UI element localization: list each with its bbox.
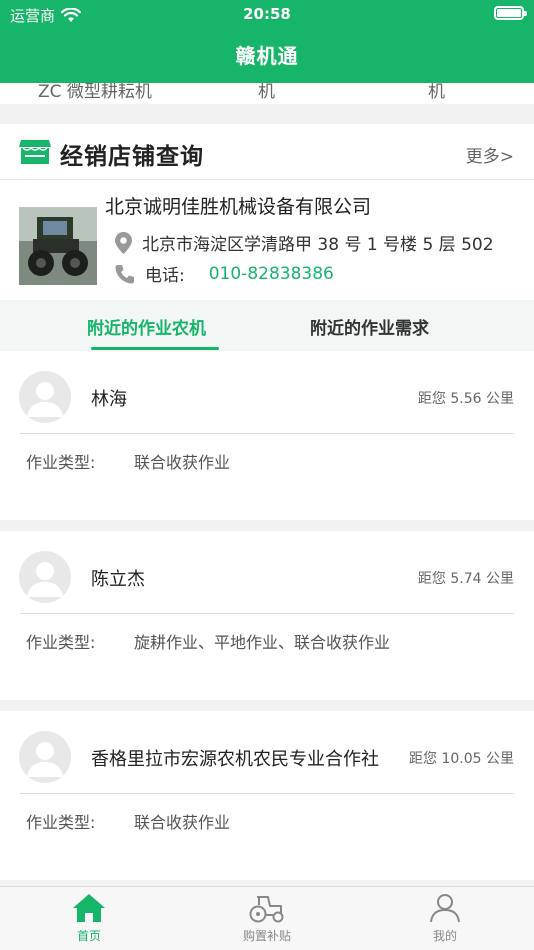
location-pin-icon bbox=[115, 231, 132, 254]
work-type-label: 作业类型: bbox=[26, 453, 96, 472]
store-section-title: 经销店铺查询 bbox=[60, 144, 204, 170]
tabbar-me[interactable]: 我的 bbox=[400, 893, 490, 944]
divider bbox=[20, 793, 514, 794]
tabbar-me-label: 我的 bbox=[432, 929, 457, 943]
bottom-tab-bar: 首页 购置补贴 我的 bbox=[0, 886, 534, 950]
more-link[interactable]: 更多> bbox=[466, 142, 514, 167]
home-icon bbox=[73, 894, 105, 922]
distance-label: 距您 5.74 公里 bbox=[417, 571, 514, 587]
active-tab-indicator bbox=[91, 347, 219, 350]
tabbar-subsidy[interactable]: 购置补贴 bbox=[222, 893, 312, 944]
operator-name: 陈立杰 bbox=[91, 569, 145, 590]
category-item[interactable]: 机 bbox=[428, 83, 445, 102]
distance-label: 距您 10.05 公里 bbox=[409, 751, 514, 767]
store-image[interactable] bbox=[19, 207, 97, 285]
machinery-card[interactable]: 香格里拉市宏源农机农民专业合作社 距您 10.05 公里 作业类型: 联合收获作… bbox=[0, 711, 534, 880]
divider bbox=[20, 613, 514, 614]
tabbar-home[interactable]: 首页 bbox=[44, 893, 134, 944]
user-icon bbox=[430, 894, 460, 923]
work-type-value: 旋耕作业、平地作业、联合收获作业 bbox=[134, 633, 391, 652]
tab-nearby-demand[interactable]: 附近的作业需求 bbox=[310, 314, 429, 339]
tabbar-home-label: 首页 bbox=[76, 929, 101, 943]
work-type-value: 联合收获作业 bbox=[134, 453, 231, 472]
avatar bbox=[19, 731, 71, 783]
work-type-label: 作业类型: bbox=[26, 813, 96, 832]
shop-icon bbox=[19, 140, 51, 164]
store-name[interactable]: 北京诚明佳胜机械设备有限公司 bbox=[105, 192, 371, 219]
phone-icon bbox=[115, 264, 134, 283]
operator-name: 香格里拉市宏源农机农民专业合作社 bbox=[91, 749, 379, 770]
machinery-card[interactable]: 林海 距您 5.56 公里 作业类型: 联合收获作业 bbox=[0, 351, 534, 520]
tractor-icon bbox=[249, 896, 284, 923]
status-bar: 运营商 20:58 bbox=[0, 0, 534, 28]
divider bbox=[20, 433, 514, 434]
tab-nearby-machinery[interactable]: 附近的作业农机 bbox=[87, 314, 206, 339]
tabbar-subsidy-label: 购置补贴 bbox=[242, 929, 291, 943]
nearby-tabs: 附近的作业农机 附近的作业需求 bbox=[0, 300, 534, 350]
app-header: 运营商 20:58 赣机通 bbox=[0, 0, 534, 83]
category-item[interactable]: 机 bbox=[258, 83, 275, 102]
store-address-row: 北京市海淀区学清路甲 38 号 1 号楼 5 层 502 bbox=[115, 230, 494, 255]
operator-name: 林海 bbox=[91, 389, 127, 410]
store-phone-row: 电话: 010-82838386 bbox=[115, 261, 334, 286]
phone-number[interactable]: 010-82838386 bbox=[209, 264, 334, 284]
status-time: 20:58 bbox=[243, 5, 291, 23]
category-item[interactable]: ZC 微型耕耘机 bbox=[38, 83, 152, 102]
dealer-store-section: 经销店铺查询 更多> 北京诚明佳胜机械设备有限公司 北京市海淀区学清路甲 38 … bbox=[0, 124, 534, 300]
machinery-card[interactable]: 陈立杰 距您 5.74 公里 作业类型: 旋耕作业、平地作业、联合收获作业 bbox=[0, 531, 534, 700]
phone-label: 电话: bbox=[145, 266, 185, 286]
store-section-header: 经销店铺查询 更多> bbox=[0, 124, 534, 180]
store-address: 北京市海淀区学清路甲 38 号 1 号楼 5 层 502 bbox=[142, 235, 494, 255]
avatar bbox=[19, 551, 71, 603]
work-type-label: 作业类型: bbox=[26, 633, 96, 652]
page-title: 赣机通 bbox=[235, 44, 299, 68]
battery-icon bbox=[494, 6, 527, 20]
avatar bbox=[19, 371, 71, 423]
category-row: ZC 微型耕耘机 机 机 bbox=[0, 83, 534, 104]
work-type-value: 联合收获作业 bbox=[134, 813, 231, 832]
distance-label: 距您 5.56 公里 bbox=[417, 391, 514, 407]
